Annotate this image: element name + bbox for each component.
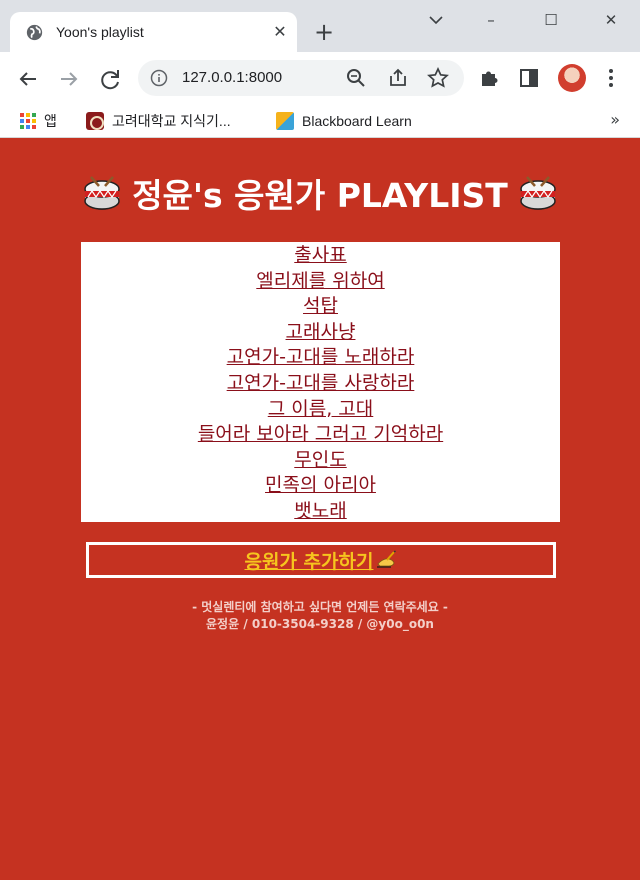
apps-grid-icon [20, 113, 36, 129]
forward-arrow-icon[interactable] [55, 65, 83, 93]
song-link[interactable]: 고연가-고대를 사랑하라 [227, 371, 415, 397]
reload-icon[interactable] [96, 65, 124, 93]
address-bar[interactable]: 127.0.0.1:8000 [138, 60, 464, 96]
page-title: 정윤's 응원가 PLAYLIST [132, 176, 508, 215]
song-link[interactable]: 무인도 [294, 448, 346, 474]
maximize-button[interactable]: ☐ [539, 8, 563, 32]
browser-toolbar: 127.0.0.1:8000 [0, 52, 640, 104]
song-link[interactable]: 출사표 [294, 243, 346, 269]
song-link[interactable]: 민족의 아리아 [265, 473, 376, 499]
bookmark-label: 앱 [44, 113, 57, 129]
new-tab-button[interactable]: + [310, 18, 338, 46]
bookmarks-bar: 앱 고려대학교 지식기... Blackboard Learn » [0, 104, 640, 138]
song-link[interactable]: 엘리제를 위하여 [256, 269, 384, 295]
minimize-button[interactable]: – [479, 8, 503, 32]
tab-close-icon[interactable]: ✕ [268, 20, 292, 44]
bookmark-star-icon[interactable] [426, 66, 450, 90]
song-link[interactable]: 그 이름, 고대 [268, 397, 374, 423]
close-window-button[interactable]: ✕ [599, 8, 623, 32]
song-link[interactable]: 석탑 [303, 294, 338, 320]
side-panel-icon[interactable] [516, 65, 542, 91]
tab-search-chevron-icon[interactable] [424, 8, 448, 32]
zoom-icon[interactable] [344, 66, 368, 90]
tab-strip: Yoon's playlist ✕ + – ☐ ✕ [0, 0, 640, 52]
bookmarks-more-button[interactable]: » [610, 110, 620, 129]
more-menu-icon[interactable] [600, 65, 622, 91]
page-heading: 정윤's 응원가 PLAYLIST [0, 167, 640, 219]
song-link[interactable]: 들어라 보아라 그러고 기억하라 [198, 422, 443, 448]
footer-invite: - 멋실렌티에 참여하고 싶다면 언제든 연락주세요 - [192, 600, 448, 614]
globe-icon [26, 24, 43, 41]
song-link[interactable]: 고래사냥 [286, 320, 356, 346]
korea-university-crest-icon [86, 112, 104, 130]
footer: - 멋실렌티에 참여하고 싶다면 언제든 연락주세요 - 윤정윤 / 010-3… [0, 599, 640, 633]
footer-contact: 윤정윤 / 010-3504-9328 / @y0o_o0n [206, 617, 434, 631]
tab-title: Yoon's playlist [56, 24, 144, 40]
profile-avatar[interactable] [558, 64, 586, 92]
site-info-icon[interactable] [150, 69, 168, 87]
bookmark-label: Blackboard Learn [302, 113, 412, 129]
share-icon[interactable] [386, 66, 410, 90]
browser-tab[interactable]: Yoon's playlist ✕ [10, 12, 297, 52]
add-song-label[interactable]: 응원가 추가하기 [245, 547, 374, 574]
writing-hand-icon [377, 550, 397, 568]
page-content: 정윤's 응원가 PLAYLIST 출사표 엘리제를 위하여 석탑 고래사냥 고… [0, 139, 640, 880]
song-link[interactable]: 뱃노래 [294, 499, 346, 525]
bookmark-apps[interactable]: 앱 [20, 110, 57, 132]
drum-icon [84, 176, 120, 210]
song-link[interactable]: 고연가-고대를 노래하라 [227, 345, 415, 371]
drum-icon [520, 176, 556, 210]
blackboard-icon [276, 112, 294, 130]
bookmark-korea-university[interactable]: 고려대학교 지식기... [86, 110, 231, 132]
back-arrow-icon[interactable] [14, 65, 42, 93]
bookmark-label: 고려대학교 지식기... [112, 113, 231, 129]
bookmark-blackboard[interactable]: Blackboard Learn [276, 110, 412, 132]
url-text[interactable]: 127.0.0.1:8000 [182, 69, 282, 86]
song-list: 출사표 엘리제를 위하여 석탑 고래사냥 고연가-고대를 노래하라 고연가-고대… [81, 242, 560, 522]
extensions-puzzle-icon[interactable] [476, 65, 502, 91]
add-song-button[interactable]: 응원가 추가하기 [86, 542, 556, 578]
